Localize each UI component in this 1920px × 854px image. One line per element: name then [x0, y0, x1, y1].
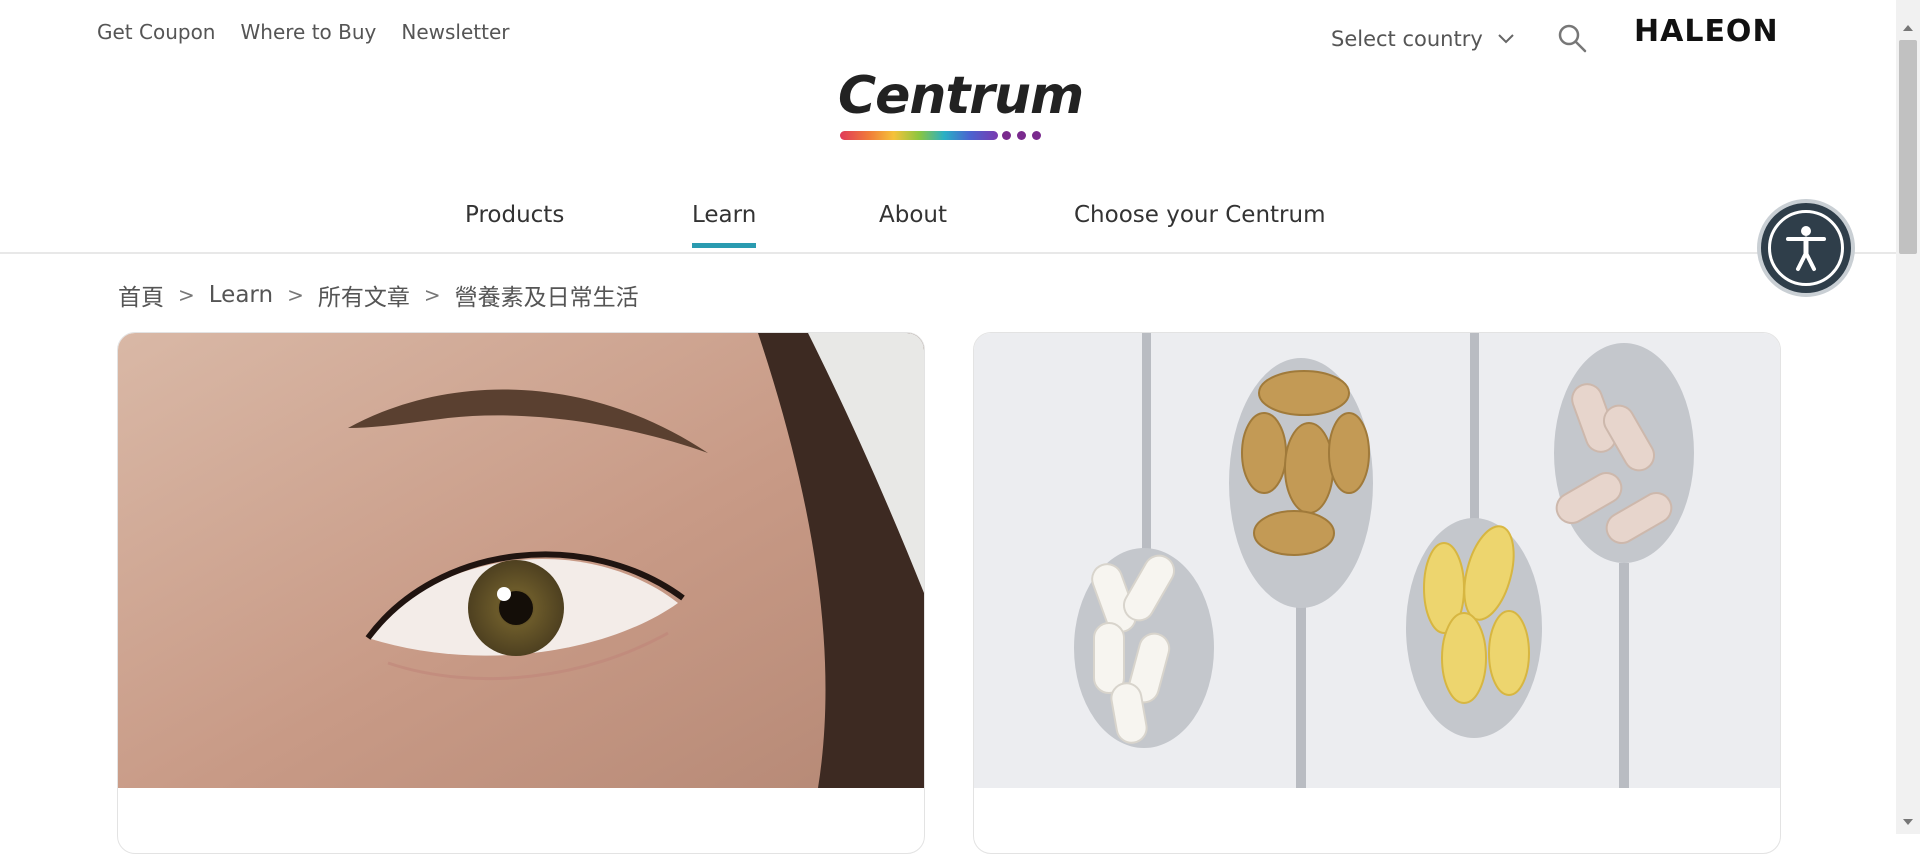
- accessibility-icon: [1768, 210, 1844, 286]
- page-scrollbar[interactable]: [1896, 0, 1920, 834]
- article-card[interactable]: [973, 332, 1781, 854]
- breadcrumb-home[interactable]: 首頁: [118, 278, 164, 312]
- spoons-with-supplements-photo: [974, 333, 1780, 788]
- country-selector[interactable]: Select country: [1331, 27, 1515, 51]
- scroll-down-arrow-icon[interactable]: [1896, 812, 1920, 832]
- newsletter-link[interactable]: Newsletter: [401, 20, 509, 44]
- breadcrumb-current: 營養素及日常生活: [454, 285, 639, 311]
- breadcrumb-separator: >: [287, 283, 304, 307]
- breadcrumb-separator: >: [423, 283, 441, 307]
- chevron-down-icon: [1498, 34, 1514, 44]
- centrum-logo-text: Centrum: [838, 66, 1084, 126]
- nav-item-learn[interactable]: Learn: [692, 202, 757, 248]
- logo-rainbow-bar: [840, 131, 998, 140]
- breadcrumb-learn[interactable]: Learn: [209, 282, 273, 308]
- article-card[interactable]: [117, 332, 925, 854]
- haleon-logo[interactable]: HALEON: [1634, 14, 1779, 49]
- scrollbar-thumb[interactable]: [1899, 40, 1917, 254]
- breadcrumb-separator: >: [178, 283, 195, 307]
- utility-nav: Get Coupon Where to Buy Newsletter: [97, 20, 510, 44]
- main-nav: Products Learn About Choose your Centrum: [0, 196, 1896, 254]
- country-selector-label: Select country: [1331, 27, 1483, 51]
- scroll-up-arrow-icon[interactable]: [1896, 18, 1920, 38]
- breadcrumb: 首頁 > Learn > 所有文章 > 營養素及日常生活: [118, 278, 639, 312]
- search-icon[interactable]: [1556, 22, 1588, 54]
- nav-item-products[interactable]: Products: [465, 202, 564, 246]
- where-to-buy-link[interactable]: Where to Buy: [241, 20, 377, 44]
- accessibility-button[interactable]: [1757, 199, 1855, 297]
- centrum-logo[interactable]: Centrum: [838, 66, 1084, 146]
- eye-closeup-photo: [118, 333, 924, 788]
- logo-dots: [1002, 131, 1041, 140]
- nav-item-choose-your-centrum[interactable]: Choose your Centrum: [1074, 202, 1326, 246]
- nav-item-about[interactable]: About: [879, 202, 947, 246]
- get-coupon-link[interactable]: Get Coupon: [97, 20, 216, 44]
- breadcrumb-all-articles[interactable]: 所有文章: [318, 278, 410, 312]
